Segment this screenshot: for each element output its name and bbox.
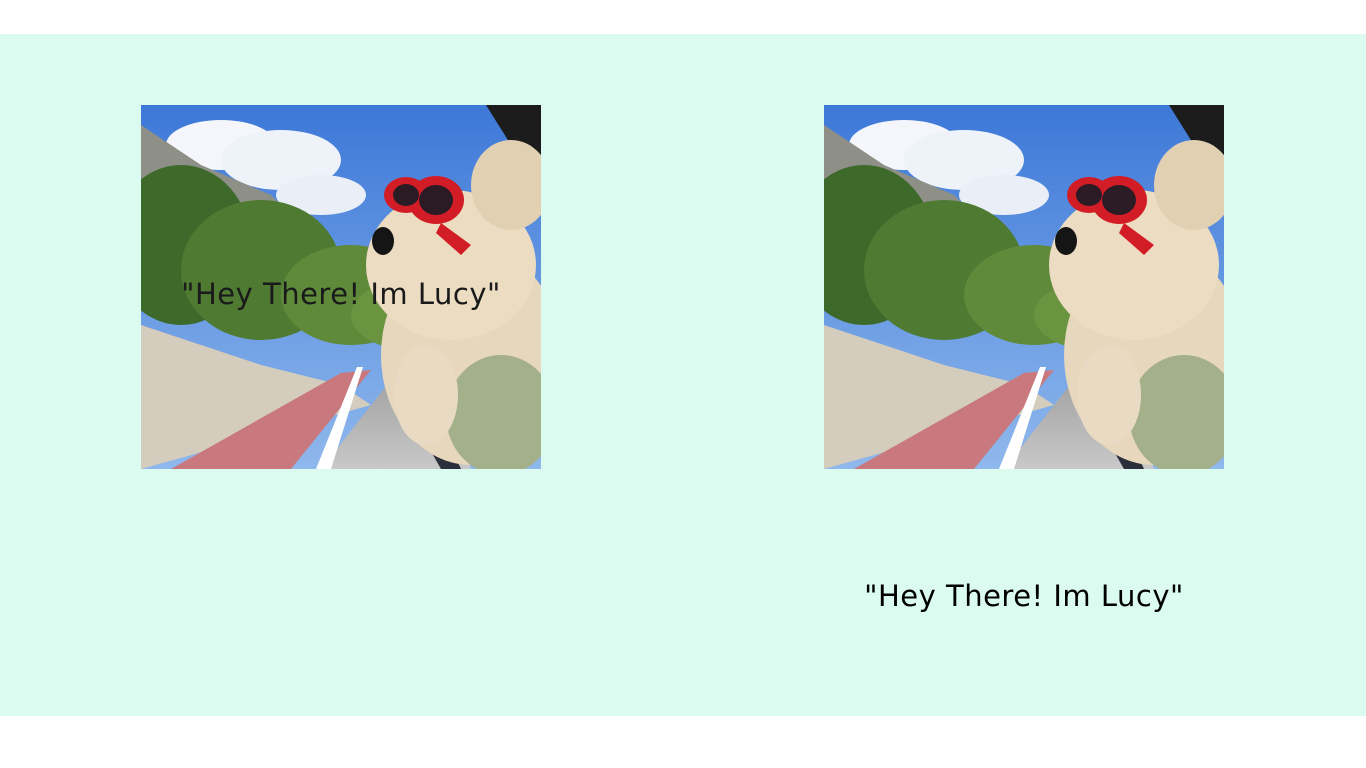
photo-card-overlay: "Hey There! Im Lucy" [141, 105, 541, 469]
content-band: "Hey There! Im Lucy" "Hey There! Im Lucy… [0, 34, 1366, 716]
photo-caption: "Hey There! Im Lucy" [864, 579, 1184, 613]
photo-card [824, 105, 1224, 469]
photo-caption-overlay: "Hey There! Im Lucy" [181, 277, 501, 311]
dog-photo-image [824, 105, 1224, 469]
